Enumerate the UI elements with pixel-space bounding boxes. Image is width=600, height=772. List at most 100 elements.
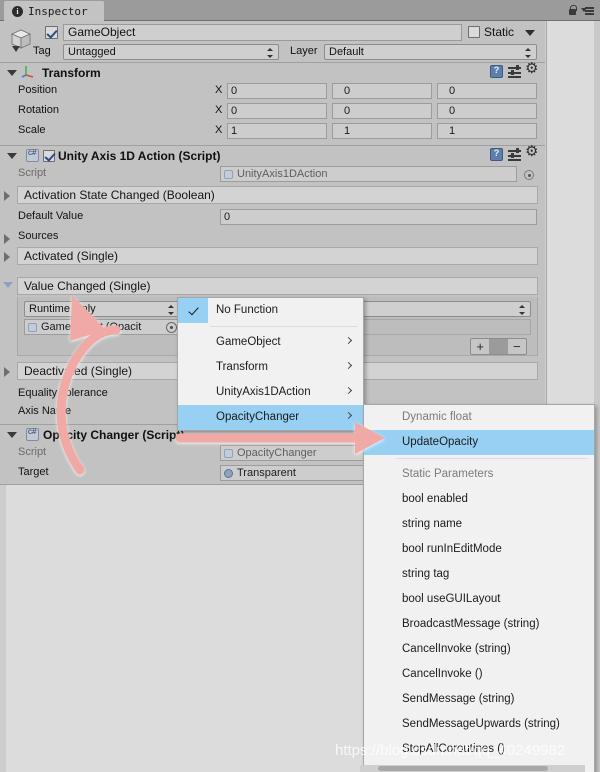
script-picker-icon[interactable]	[524, 170, 534, 180]
tag-value: Untagged	[68, 46, 116, 58]
position-x-input[interactable]: 0	[227, 83, 327, 99]
foldout-triangle-icon[interactable]	[4, 252, 10, 262]
foldout-triangle-icon[interactable]	[4, 234, 10, 244]
event-label: Activation State Changed (Boolean)	[17, 186, 538, 204]
script-value: OpacityChanger	[237, 447, 317, 459]
scrollbar-thumb[interactable]	[378, 766, 548, 771]
gameobject-name-input[interactable]: GameObject	[63, 24, 462, 41]
menu-item-label: No Function	[216, 304, 279, 316]
tab-bar-controls	[544, 0, 600, 21]
chevron-updown-icon	[519, 305, 526, 315]
submenu-item-cancelinvoke[interactable]: CancelInvoke ()	[364, 662, 594, 687]
event-activated[interactable]: Activated (Single)	[0, 247, 545, 267]
opacity-changer-title: Opacity Changer (Script)	[43, 427, 185, 442]
axis-action-header[interactable]: Unity Axis 1D Action (Script)	[0, 144, 545, 165]
object-picker-icon[interactable]	[166, 322, 177, 333]
tag-dropdown[interactable]: Untagged	[63, 44, 279, 60]
menu-separator	[210, 326, 357, 327]
axis-label-x: X	[215, 104, 223, 116]
menu-item-gameobject[interactable]: GameObject	[178, 330, 363, 355]
add-callback-button[interactable]: +	[471, 339, 489, 354]
layer-dropdown[interactable]: Default	[324, 44, 537, 60]
gear-icon[interactable]	[525, 61, 539, 78]
submenu-item-updateopacity[interactable]: UpdateOpacity	[364, 430, 594, 455]
submenu-item-sendmessage[interactable]: SendMessage (string)	[364, 687, 594, 712]
help-icon[interactable]	[490, 148, 503, 161]
submenu-item-bool-runineditmode[interactable]: bool runInEditMode	[364, 537, 594, 562]
menu-item-unityaxis1daction[interactable]: UnityAxis1DAction	[178, 380, 363, 405]
foldout-triangle-icon[interactable]	[3, 282, 13, 288]
scale-z-input[interactable]: 1	[437, 123, 537, 139]
rotation-z-input[interactable]: 0	[437, 103, 537, 119]
submenu-item-sendmessageupwards[interactable]: SendMessageUpwards (string)	[364, 712, 594, 737]
gameobject-enabled-checkbox[interactable]	[45, 26, 58, 39]
static-label: Static	[484, 25, 515, 39]
csharp-script-icon	[26, 427, 39, 441]
remove-callback-button[interactable]: −	[508, 339, 526, 354]
event-activation-state-changed[interactable]: Activation State Changed (Boolean)	[0, 186, 545, 206]
default-value-input[interactable]: 0	[220, 209, 537, 225]
foldout-triangle-icon[interactable]	[7, 431, 17, 438]
static-checkbox[interactable]	[468, 26, 480, 38]
lock-icon[interactable]	[568, 5, 577, 16]
tab-inspector[interactable]: i Inspector	[4, 1, 104, 21]
gear-icon[interactable]	[525, 144, 539, 161]
row-label: Scale	[18, 124, 46, 136]
horizontal-scrollbar[interactable]	[360, 765, 585, 772]
preset-icon[interactable]	[508, 147, 521, 161]
menu-item-opacitychanger[interactable]: OpacityChanger	[178, 405, 363, 430]
submenu-item-cancelinvoke-string[interactable]: CancelInvoke (string)	[364, 637, 594, 662]
function-dropdown-menu[interactable]: No Function GameObject Transform UnityAx…	[177, 297, 364, 431]
transform-header[interactable]: Transform	[0, 61, 545, 82]
axis-label-x: X	[215, 124, 223, 136]
callback-target-object-field[interactable]: GameObject (Opacit	[24, 319, 180, 335]
inspector-window: i Inspector GameObject Static Tag Untagg…	[0, 0, 600, 772]
callback-mode-dropdown[interactable]: Runtime Only	[24, 301, 180, 317]
row-label: Rotation	[18, 104, 59, 116]
tag-label: Tag	[33, 45, 51, 57]
axis-action-enabled-checkbox[interactable]	[43, 149, 55, 162]
default-value-row: Default Value 0	[0, 208, 545, 227]
position-y-input[interactable]: 0	[332, 83, 432, 99]
csharp-script-icon	[26, 148, 39, 162]
submenu-item-bool-usegullayout[interactable]: bool useGUILayout	[364, 587, 594, 612]
chevron-updown-icon	[525, 48, 532, 58]
transform-row-position: Position X 0 Y 0 Z 0	[0, 82, 545, 101]
position-z-input[interactable]: 0	[437, 83, 537, 99]
opacitychanger-submenu[interactable]: Dynamic float UpdateOpacity Static Param…	[363, 404, 595, 772]
foldout-triangle-icon[interactable]	[4, 367, 10, 377]
menu-item-label: UnityAxis1DAction	[216, 386, 311, 398]
submenu-item-bool-enabled[interactable]: bool enabled	[364, 487, 594, 512]
foldout-triangle-icon[interactable]	[7, 69, 17, 76]
submenu-item-broadcastmessage[interactable]: BroadcastMessage (string)	[364, 612, 594, 637]
sources-label: Sources	[18, 230, 59, 242]
chevron-updown-icon	[168, 305, 175, 315]
rotation-x-input[interactable]: 0	[227, 103, 327, 119]
submenu-item-string-tag[interactable]: string tag	[364, 562, 594, 587]
sources-row[interactable]: Sources	[0, 228, 545, 247]
scale-x-input[interactable]: 1	[227, 123, 327, 139]
divider	[489, 339, 508, 354]
layer-label: Layer	[290, 45, 318, 57]
static-dropdown-arrow[interactable]	[525, 30, 535, 36]
help-icon[interactable]	[490, 65, 503, 78]
event-value-changed[interactable]: Value Changed (Single)	[0, 277, 545, 297]
chevron-right-icon	[344, 361, 353, 370]
rotation-y-input[interactable]: 0	[332, 103, 432, 119]
callback-add-remove-buttons[interactable]: + −	[470, 338, 527, 355]
foldout-triangle-icon[interactable]	[4, 191, 10, 201]
default-value-label: Default Value	[18, 210, 84, 222]
submenu-section-header-static: Static Parameters	[402, 468, 494, 480]
menu-item-no-function[interactable]: No Function	[178, 298, 363, 323]
equality-tolerance-label: Equality Tolerance	[18, 387, 108, 399]
preset-icon[interactable]	[508, 64, 521, 78]
scale-y-input[interactable]: 1	[332, 123, 432, 139]
foldout-triangle-icon[interactable]	[7, 152, 17, 159]
menu-item-label: OpacityChanger	[216, 411, 300, 423]
hamburger-menu-icon[interactable]	[581, 6, 594, 15]
menu-item-transform[interactable]: Transform	[178, 355, 363, 380]
submenu-item-string-name[interactable]: string name	[364, 512, 594, 537]
watermark-text: https://blog.csdn.net/qq_40249982	[335, 742, 566, 759]
script-object-field: UnityAxis1DAction	[220, 166, 517, 182]
menu-item-label: Transform	[216, 361, 268, 373]
